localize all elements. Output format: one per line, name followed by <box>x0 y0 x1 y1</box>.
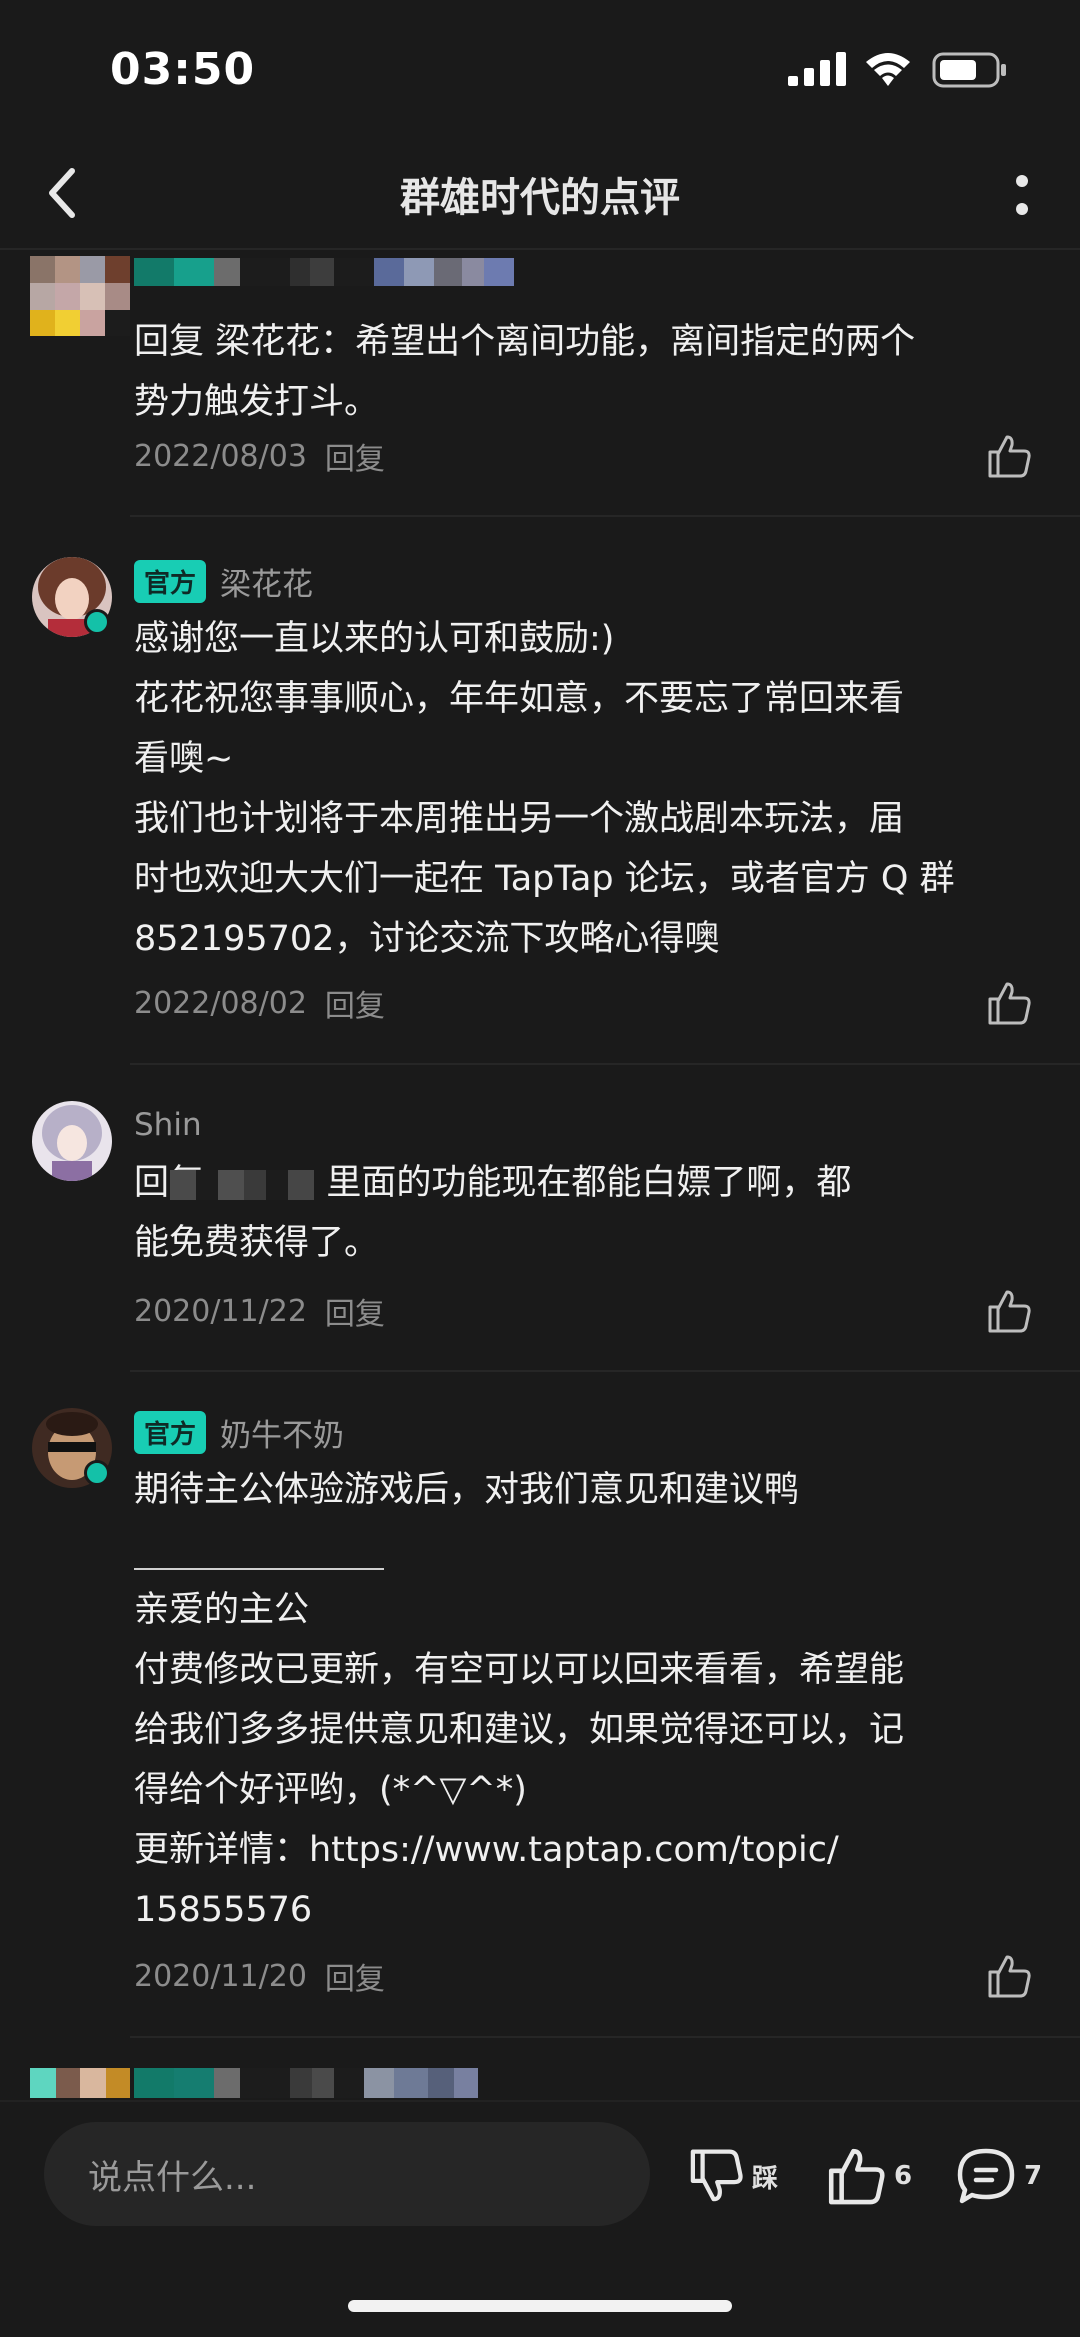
reply-button[interactable]: 回复 <box>325 434 385 478</box>
separator-line <box>134 1568 384 1570</box>
comment-button[interactable]: 7 <box>956 2146 1042 2206</box>
comment-text: 期待主公体验游戏后，对我们意见和建议鸭 亲爱的主公 付费修改已更新，有空可以可以… <box>134 1470 905 1930</box>
thumbs-down-icon <box>690 2149 743 2202</box>
navigation-header: 群雄时代的点评 <box>0 135 1080 250</box>
thumbs-up-icon[interactable] <box>986 1289 1032 1333</box>
like-count: 6 <box>894 2161 913 2191</box>
reply-button[interactable]: 回复 <box>325 1954 385 1998</box>
comment-footer: 2022/08/02 回复 <box>134 981 385 1025</box>
reply-button[interactable]: 回复 <box>325 1289 385 1333</box>
verified-badge-icon <box>84 1460 110 1486</box>
author-name[interactable]: Shin <box>134 1107 202 1143</box>
official-badge: 官方 <box>134 1410 207 1454</box>
wifi-icon <box>866 53 910 86</box>
chat-bubble-icon <box>957 2148 1015 2204</box>
status-bar: 03:50 <box>0 0 1080 135</box>
comment-date: 2022/08/03 <box>134 438 307 474</box>
comment-meta: Shin <box>134 1103 202 1147</box>
comment-footer: 2020/11/22 回复 <box>134 1289 385 1333</box>
comment-date: 2020/11/20 <box>134 1958 307 1994</box>
official-badge: 官方 <box>134 559 207 603</box>
like-button[interactable]: 6 <box>826 2146 912 2206</box>
comment-input-placeholder: 说点什么... <box>88 2157 257 2198</box>
blurred-avatar <box>30 2068 130 2098</box>
comment-item: 官方 梁花花 感谢您一直以来的认可和鼓励:) 花花祝您事事顺心，年年如意，不要忘… <box>0 517 1080 1065</box>
status-time: 03:50 <box>110 44 256 95</box>
page-title: 群雄时代的点评 <box>400 175 680 221</box>
comment-footer: 2020/11/20 回复 <box>134 1954 385 1998</box>
blurred-username <box>134 258 514 286</box>
author-name[interactable]: 梁花花 <box>220 559 313 604</box>
thumbs-up-icon[interactable] <box>986 434 1032 478</box>
thumbs-up-icon[interactable] <box>986 1954 1032 1998</box>
dislike-label: 踩 <box>752 2163 779 2194</box>
comment-meta: 官方 梁花花 <box>134 559 313 603</box>
comment-footer: 2022/08/03 回复 <box>134 434 385 478</box>
comment-date: 2020/11/22 <box>134 1293 307 1329</box>
thumbs-up-icon[interactable] <box>986 981 1032 1025</box>
home-indicator[interactable] <box>348 2300 732 2312</box>
thumbs-up-icon <box>828 2148 885 2205</box>
verified-badge-icon <box>84 609 110 635</box>
comment-meta: 官方 奶牛不奶 <box>134 1410 344 1454</box>
blurred-username <box>134 2068 478 2098</box>
blurred-mention <box>170 1170 314 1200</box>
more-options-icon[interactable] <box>1010 167 1034 223</box>
avatar[interactable] <box>32 1101 112 1181</box>
comment-date: 2022/08/02 <box>134 985 307 1021</box>
comment-count: 7 <box>1024 2161 1043 2191</box>
comment-item: Shin 回复 里面的功能现在都能白嫖了啊，都 能免费获得了。 2020/11/… <box>0 1065 1080 1372</box>
comment-item: 官方 奶牛不奶 期待主公体验游戏后，对我们意见和建议鸭 亲爱的主公 付费修改已更… <box>0 1372 1080 2038</box>
dislike-button[interactable]: 踩 <box>688 2146 778 2206</box>
comment-text: 回复 梁花花：希望出个离间功能，离间指定的两个 势力触发打斗。 <box>134 322 916 422</box>
cellular-signal-icon <box>788 52 846 86</box>
comment-input[interactable]: 说点什么... <box>44 2122 650 2226</box>
author-name[interactable]: 奶牛不奶 <box>220 1410 344 1455</box>
comment-text: 感谢您一直以来的认可和鼓励:) 花花祝您事事顺心，年年如意，不要忘了常回来看 看… <box>134 619 955 959</box>
comment-item: 回复 梁花花：希望出个离间功能，离间指定的两个 势力触发打斗。 2022/08/… <box>0 252 1080 517</box>
reply-button[interactable]: 回复 <box>325 981 385 1025</box>
battery-icon <box>932 52 1006 88</box>
comment-divider <box>130 2036 1080 2038</box>
blurred-avatar <box>30 256 130 336</box>
